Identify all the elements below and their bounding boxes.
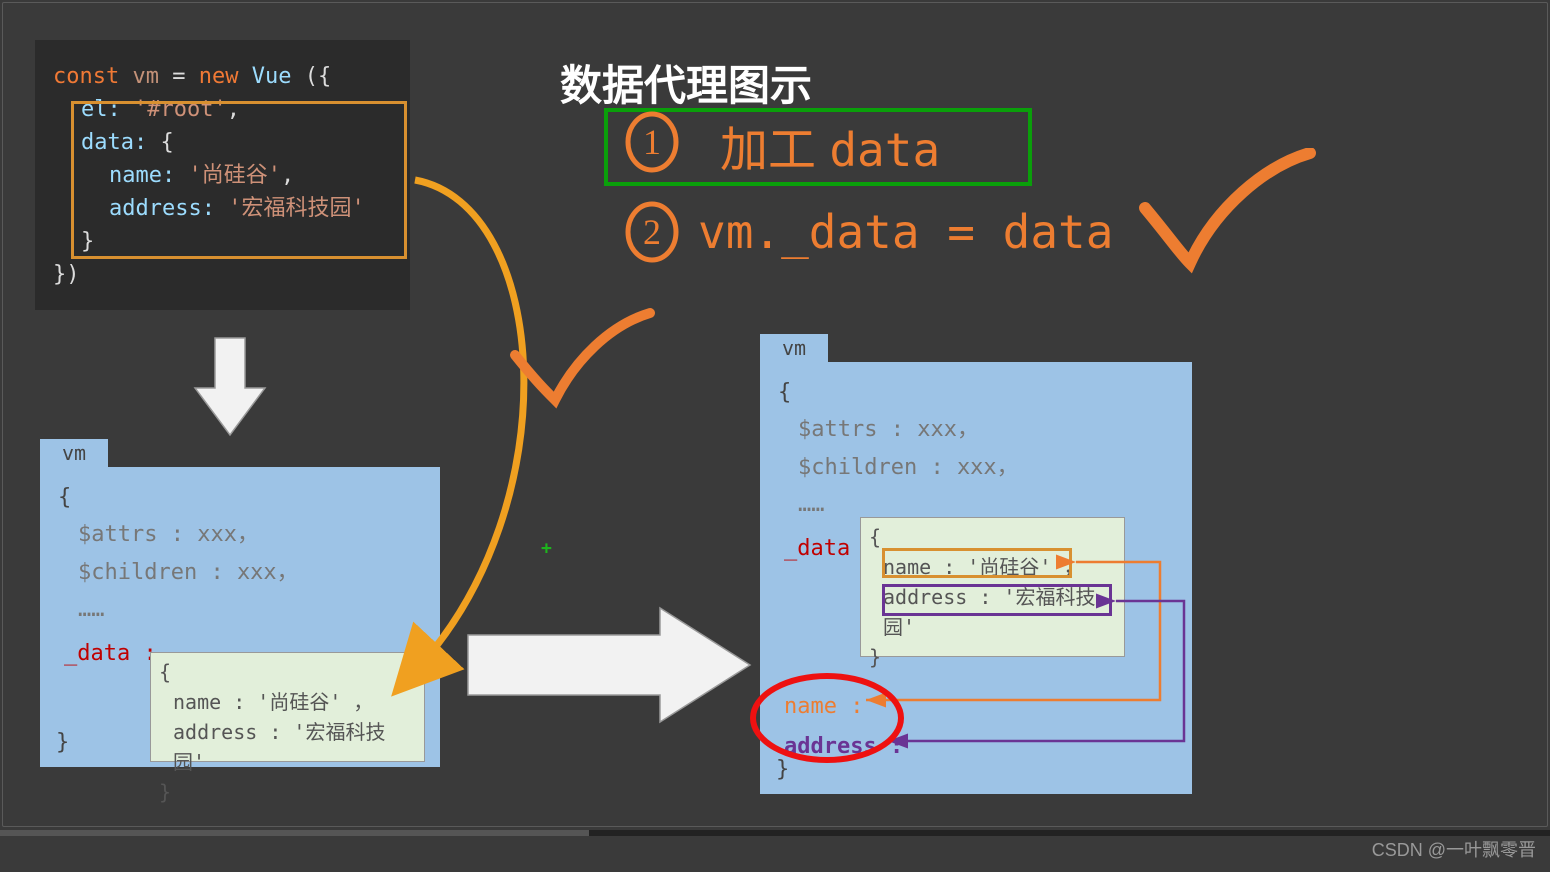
eq: =: [172, 64, 199, 89]
close-call: }): [53, 262, 80, 287]
class-vue: Vue: [252, 64, 292, 89]
databox-close: }: [159, 777, 416, 807]
step2-text: vm._data = data: [698, 205, 1113, 259]
vm-children: $children : xxx，: [58, 554, 422, 591]
brace-close: }: [56, 724, 69, 761]
watermark: CSDN @一叶飘零晋: [1372, 836, 1536, 862]
progress-bar[interactable]: [0, 830, 1550, 836]
code-data-highlight: [71, 101, 407, 259]
vm-attrs: $attrs : xxx，: [58, 516, 422, 553]
step1-text: 加工 data: [720, 110, 940, 180]
data-key: _data :: [64, 641, 157, 666]
checkmark-small-icon: [500, 305, 660, 425]
databox-address: address : '宏福科技园': [159, 717, 416, 777]
checkmark-big-icon: [1130, 148, 1330, 288]
kw-new: new: [199, 64, 239, 89]
databox-name: name : '尚硅谷' ，: [159, 687, 416, 717]
arrow-down-icon: [190, 333, 270, 443]
var-vm: vm: [132, 64, 159, 89]
red-circle-annotation: [742, 668, 912, 768]
databox-open: {: [159, 657, 416, 687]
vm-box-left: vm { $attrs : xxx， $children : xxx， …… _…: [40, 467, 440, 767]
open-call: ({: [305, 64, 332, 89]
vm-left-tab: vm: [40, 439, 108, 467]
vm-right-tab: vm: [760, 334, 828, 362]
brace-open: {: [58, 479, 422, 516]
kw-const: const: [53, 64, 119, 89]
vm-dots: ……: [58, 591, 422, 628]
progress-buffer: [0, 830, 589, 836]
plus-marker: +: [541, 538, 552, 559]
data-box-left: { name : '尚硅谷' ， address : '宏福科技园' }: [150, 652, 425, 762]
